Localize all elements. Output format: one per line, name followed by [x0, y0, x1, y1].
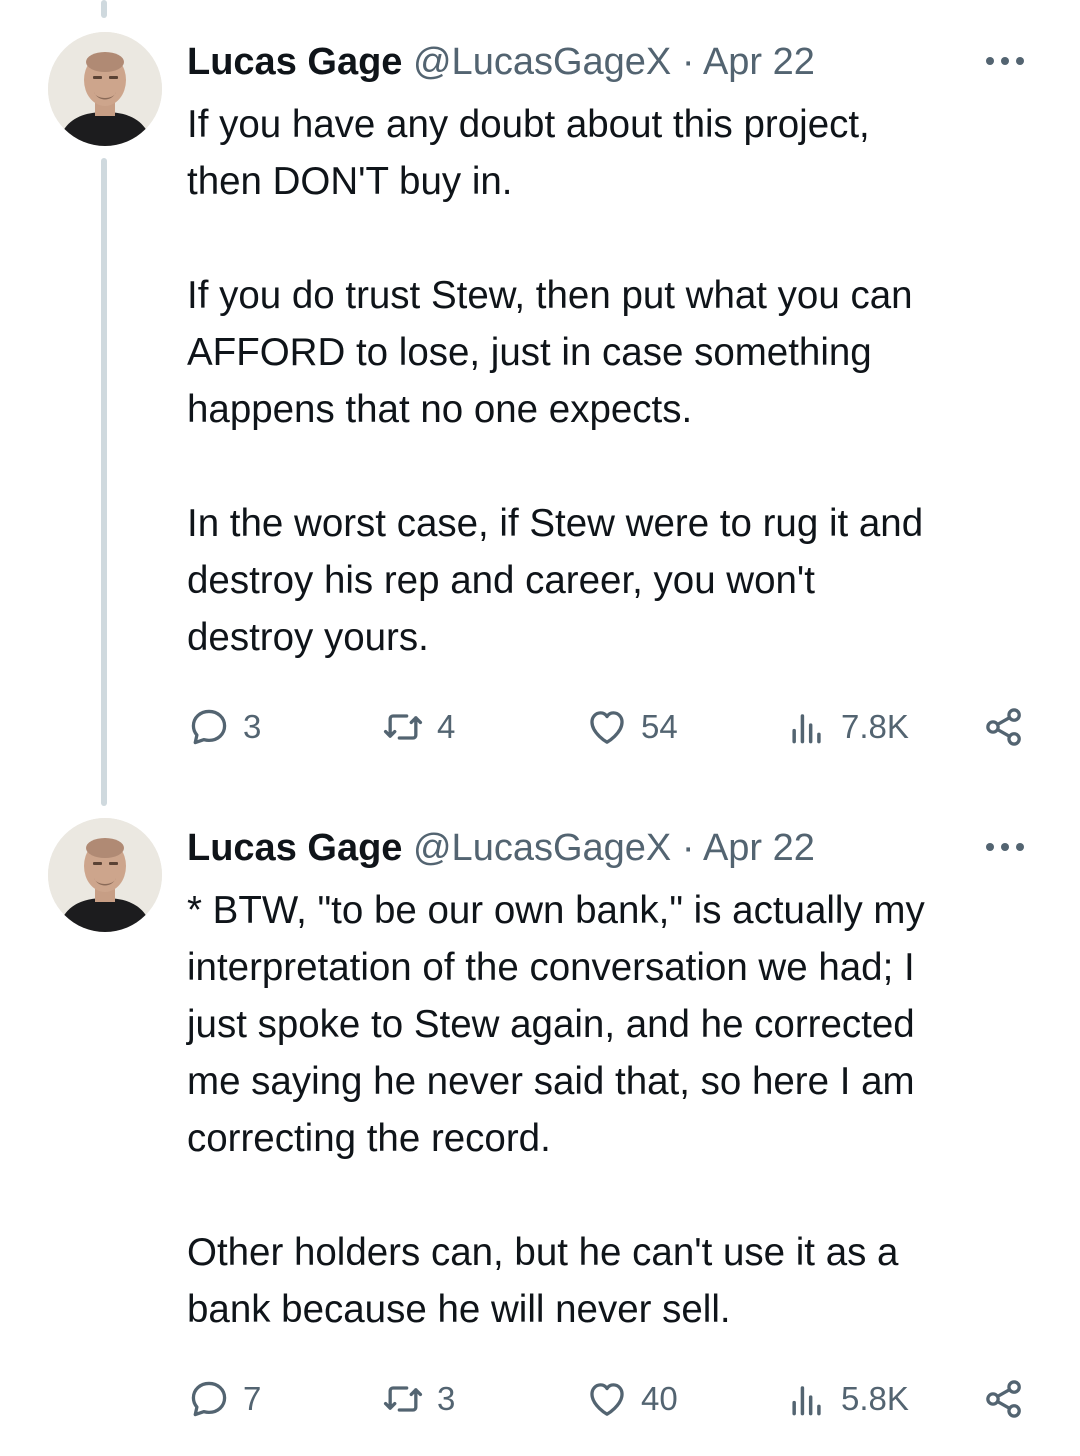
tweet-actions: 3 4 54 7.8K: [187, 702, 1037, 752]
speech-bubble-icon: [191, 709, 227, 745]
repost-button[interactable]: 4: [381, 702, 455, 752]
like-button[interactable]: 54: [585, 702, 678, 752]
avatar-image: [48, 32, 162, 146]
repost-arrows-icon: [383, 714, 423, 740]
heart-icon: [590, 711, 624, 744]
ellipsis-icon: [986, 843, 1024, 851]
repost-arrows-icon: [383, 1386, 423, 1412]
repost-count: 4: [437, 708, 456, 745]
view-count: 7.8K: [841, 708, 909, 745]
share-icon: [986, 1380, 1021, 1418]
views-button[interactable]: 7.8K: [785, 702, 909, 752]
author-handle[interactable]: @LucasGageX: [413, 41, 671, 83]
reply-button[interactable]: 7: [187, 1374, 261, 1424]
tweet-paragraph: If you have any doubt about this project…: [187, 103, 870, 203]
tweet-paragraph: If you do trust Stew, then put what you …: [187, 274, 913, 431]
tweet-paragraph: Other holders can, but he can't use it a…: [187, 1231, 899, 1331]
tweet-date[interactable]: Apr 22: [703, 41, 815, 83]
tweet-actions: 7 3 40 5.8K: [187, 1374, 1037, 1424]
reply-count: 7: [243, 1380, 262, 1417]
heart-icon: [590, 1383, 624, 1416]
repost-button[interactable]: 3: [381, 1374, 455, 1424]
tweet-date[interactable]: Apr 22: [703, 827, 815, 869]
tweet-header: Lucas Gage @LucasGageX · Apr 22: [187, 38, 815, 86]
bar-chart-icon: [792, 1386, 821, 1416]
avatar[interactable]: [48, 818, 162, 932]
share-button[interactable]: [982, 702, 1026, 752]
reply-button[interactable]: 3: [187, 702, 261, 752]
author-name[interactable]: Lucas Gage: [187, 41, 402, 83]
author-name[interactable]: Lucas Gage: [187, 827, 402, 869]
separator-dot: ·: [681, 41, 695, 83]
like-button[interactable]: 40: [585, 1374, 678, 1424]
reply-count: 3: [243, 708, 262, 745]
tweet-text: * BTW, "to be our own bank," is actually…: [187, 882, 1047, 1338]
tweet-paragraph: * BTW, "to be our own bank," is actually…: [187, 889, 925, 1160]
thread-connector-top: [101, 0, 107, 18]
tweet-text: If you have any doubt about this project…: [187, 96, 1047, 666]
share-button[interactable]: [982, 1374, 1026, 1424]
speech-bubble-icon: [191, 1381, 227, 1417]
tweet-paragraph: In the worst case, if Stew were to rug i…: [187, 502, 924, 659]
views-button[interactable]: 5.8K: [785, 1374, 909, 1424]
avatar-image: [48, 818, 162, 932]
thread-connector: [101, 158, 107, 806]
like-count: 54: [641, 708, 678, 745]
tweet-header: Lucas Gage @LucasGageX · Apr 22: [187, 824, 815, 872]
more-options-button[interactable]: [982, 46, 1028, 76]
view-count: 5.8K: [841, 1380, 909, 1417]
author-handle[interactable]: @LucasGageX: [413, 827, 671, 869]
separator-dot: ·: [681, 827, 695, 869]
repost-count: 3: [437, 1380, 456, 1417]
share-icon: [986, 708, 1021, 746]
avatar[interactable]: [48, 32, 162, 146]
more-options-button[interactable]: [982, 832, 1028, 862]
ellipsis-icon: [986, 57, 1024, 65]
like-count: 40: [641, 1380, 678, 1417]
bar-chart-icon: [792, 714, 821, 744]
